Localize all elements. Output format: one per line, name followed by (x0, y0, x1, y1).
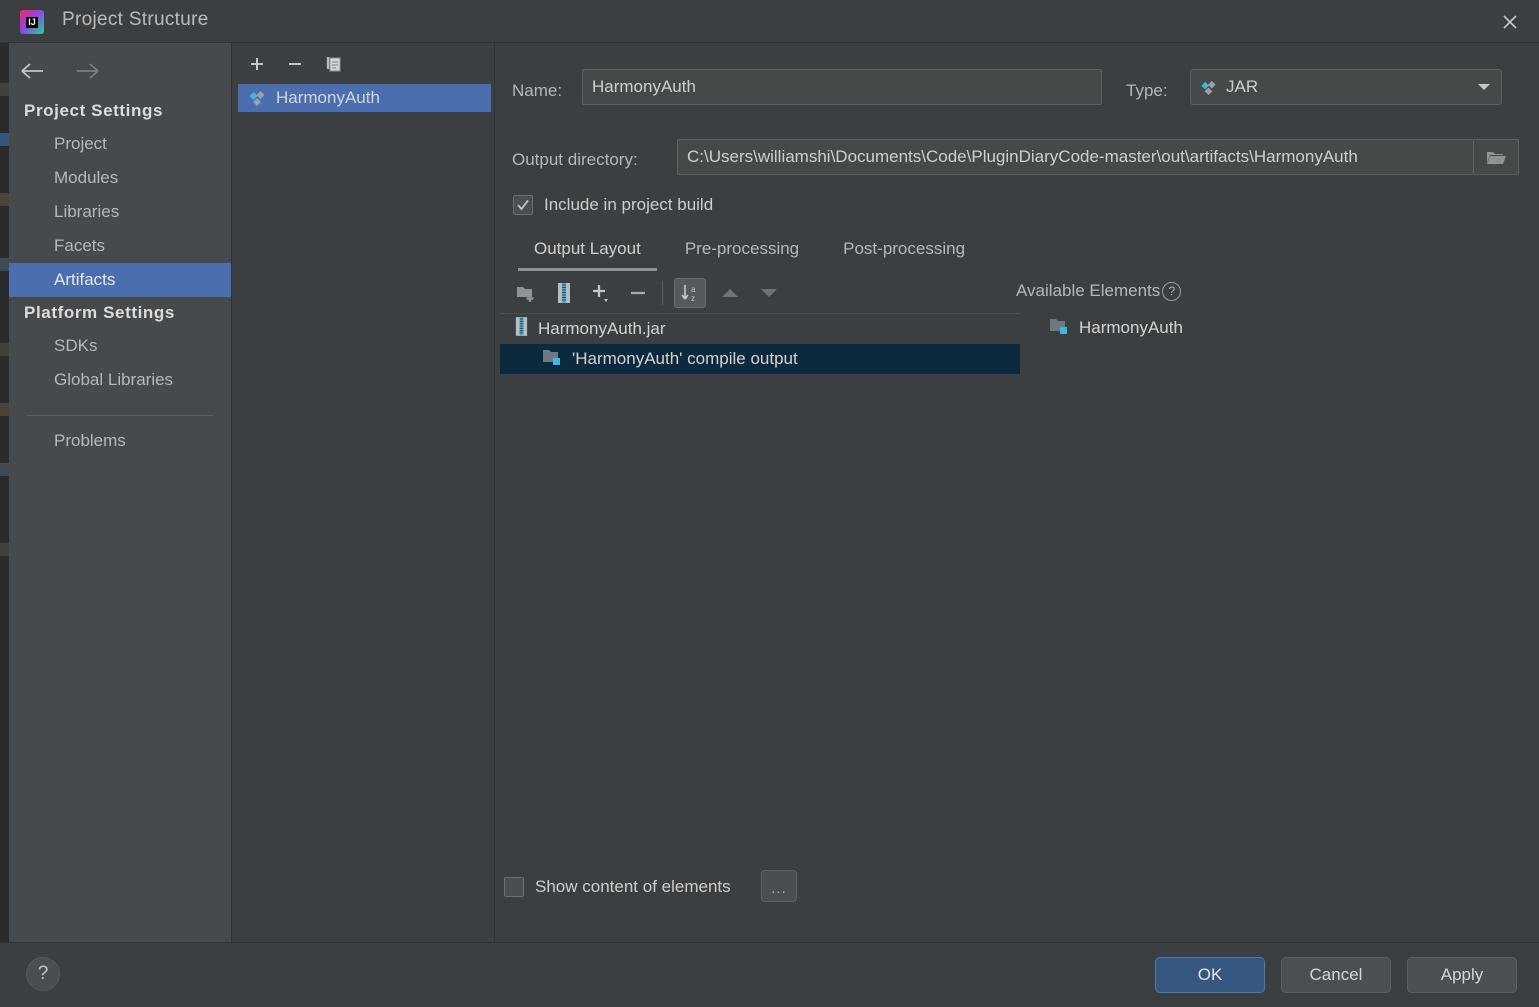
chevron-down-icon (1477, 77, 1491, 97)
sidebar-item-sdks[interactable]: SDKs (9, 329, 231, 363)
artifact-diamond-icon (249, 91, 265, 106)
show-content-of-elements-checkbox[interactable] (504, 877, 524, 897)
archive-icon (558, 283, 570, 303)
add-directory-button[interactable] (510, 278, 542, 308)
tree-row-label: HarmonyAuth.jar (538, 319, 666, 338)
sidebar-item-libraries[interactable]: Libraries (9, 195, 231, 229)
project-structure-dialog: IJ Project Structure Project Settings Pr… (0, 0, 1539, 1007)
plus-icon (251, 58, 263, 70)
tab-pre-processing[interactable]: Pre-processing (663, 233, 821, 271)
plus-dropdown-icon (593, 285, 608, 302)
name-label: Name: (512, 81, 563, 100)
logo-text: IJ (26, 16, 38, 28)
tree-row[interactable]: 'HarmonyAuth' compile output (500, 344, 1020, 374)
svg-text:z: z (691, 294, 695, 303)
arrow-right-icon (77, 63, 99, 79)
sidebar-group-platform-settings: Platform Settings (24, 303, 175, 322)
artifact-editor: Name: HarmonyAuth Type: JAR Output direc… (496, 43, 1539, 942)
minus-icon (631, 291, 645, 295)
sidebar-item-facets[interactable]: Facets (9, 229, 231, 263)
svg-text:a: a (691, 285, 696, 294)
cancel-button[interactable]: Cancel (1281, 957, 1391, 993)
arrow-up-icon (722, 289, 738, 297)
intellij-logo-icon: IJ (20, 10, 44, 34)
close-icon (1503, 14, 1517, 29)
artifact-name-input[interactable]: HarmonyAuth (582, 69, 1102, 105)
artifact-type-select[interactable]: JAR (1190, 69, 1502, 105)
sidebar-item-modules[interactable]: Modules (9, 161, 231, 195)
sidebar-item-artifacts[interactable]: Artifacts (9, 263, 231, 297)
output-layout-tree: HarmonyAuth.jar 'HarmonyAuth' compile ou… (500, 313, 1020, 882)
more-options-button[interactable]: ... (761, 870, 797, 902)
output-directory-label: Output directory: (512, 150, 638, 169)
include-in-project-build-checkbox[interactable] (513, 195, 533, 215)
show-content-of-elements-label: Show content of elements (535, 877, 731, 896)
sort-alphabetically-button[interactable]: a z (674, 278, 706, 308)
arrow-down-icon (761, 289, 777, 297)
sort-az-icon: a z (681, 285, 696, 303)
forward-button[interactable] (69, 53, 105, 89)
show-content-of-elements-row[interactable]: Show content of elements (504, 877, 731, 897)
include-in-project-build-row[interactable]: Include in project build (513, 195, 713, 215)
include-in-project-build-label: Include in project build (544, 195, 714, 214)
background-window-sliver (0, 43, 9, 1007)
output-directory-input[interactable]: C:\Users\williamshi\Documents\Code\Plugi… (677, 139, 1474, 175)
help-button[interactable]: ? (26, 957, 60, 991)
remove-artifact-button[interactable] (281, 51, 309, 77)
sidebar-divider (27, 415, 213, 416)
tree-row[interactable]: HarmonyAuth.jar (500, 314, 1020, 344)
dialog-footer: ? OK Cancel Apply (0, 942, 1539, 1007)
add-artifact-button[interactable] (243, 51, 271, 77)
archive-icon (500, 316, 529, 342)
artifact-type-value: JAR (1226, 77, 1259, 96)
available-element-item[interactable]: HarmonyAuth (1048, 316, 1183, 340)
move-down-button[interactable] (753, 278, 785, 308)
sidebar-group-project-settings: Project Settings (24, 101, 164, 120)
add-archive-button[interactable] (548, 278, 580, 308)
toolbar-divider (662, 281, 663, 305)
move-up-button[interactable] (714, 278, 746, 308)
check-icon (517, 199, 529, 211)
tab-output-layout[interactable]: Output Layout (512, 233, 663, 271)
ok-button[interactable]: OK (1155, 957, 1265, 993)
artifacts-list-panel: HarmonyAuth (233, 43, 495, 942)
editor-tabs: Output Layout Pre-processing Post-proces… (512, 233, 987, 271)
minus-icon (289, 63, 301, 65)
type-label: Type: (1126, 81, 1168, 100)
folder-open-icon (1487, 151, 1506, 164)
artifact-list-item[interactable]: HarmonyAuth (238, 84, 491, 112)
question-mark-icon[interactable]: ? (1162, 281, 1182, 301)
available-element-label: HarmonyAuth (1079, 318, 1183, 337)
compile-output-icon (527, 347, 563, 371)
available-elements-header: Available Elements ? (1016, 281, 1182, 301)
copy-icon (326, 57, 341, 72)
sidebar-item-project[interactable]: Project (9, 127, 231, 161)
sidebar-item-global-libraries[interactable]: Global Libraries (9, 363, 231, 397)
sidebar-item-problems[interactable]: Problems (9, 424, 231, 458)
copy-artifact-button[interactable] (320, 51, 348, 77)
compile-output-icon (1048, 316, 1070, 340)
back-button[interactable] (15, 53, 51, 89)
window-title: Project Structure (62, 9, 209, 30)
remove-element-button[interactable] (622, 278, 654, 308)
artifacts-toolbar (233, 43, 494, 83)
artifact-list-item-label: HarmonyAuth (276, 88, 380, 107)
arrow-left-icon (21, 63, 43, 79)
navigation-arrows (15, 53, 105, 89)
tree-row-label: 'HarmonyAuth' compile output (572, 349, 798, 368)
available-elements-title: Available Elements (1016, 281, 1161, 300)
title-bar: IJ Project Structure (0, 0, 1539, 43)
tab-post-processing[interactable]: Post-processing (821, 233, 987, 271)
apply-button[interactable]: Apply (1407, 957, 1517, 993)
browse-output-directory-button[interactable] (1474, 139, 1519, 175)
settings-sidebar: Project Settings Project Modules Librari… (9, 43, 232, 942)
add-element-button[interactable] (586, 278, 618, 308)
sidebar-list: Project Settings Project Modules Librari… (9, 95, 231, 458)
close-button[interactable] (1481, 0, 1539, 43)
folder-add-icon (517, 287, 534, 302)
artifact-diamond-icon (1201, 80, 1216, 95)
